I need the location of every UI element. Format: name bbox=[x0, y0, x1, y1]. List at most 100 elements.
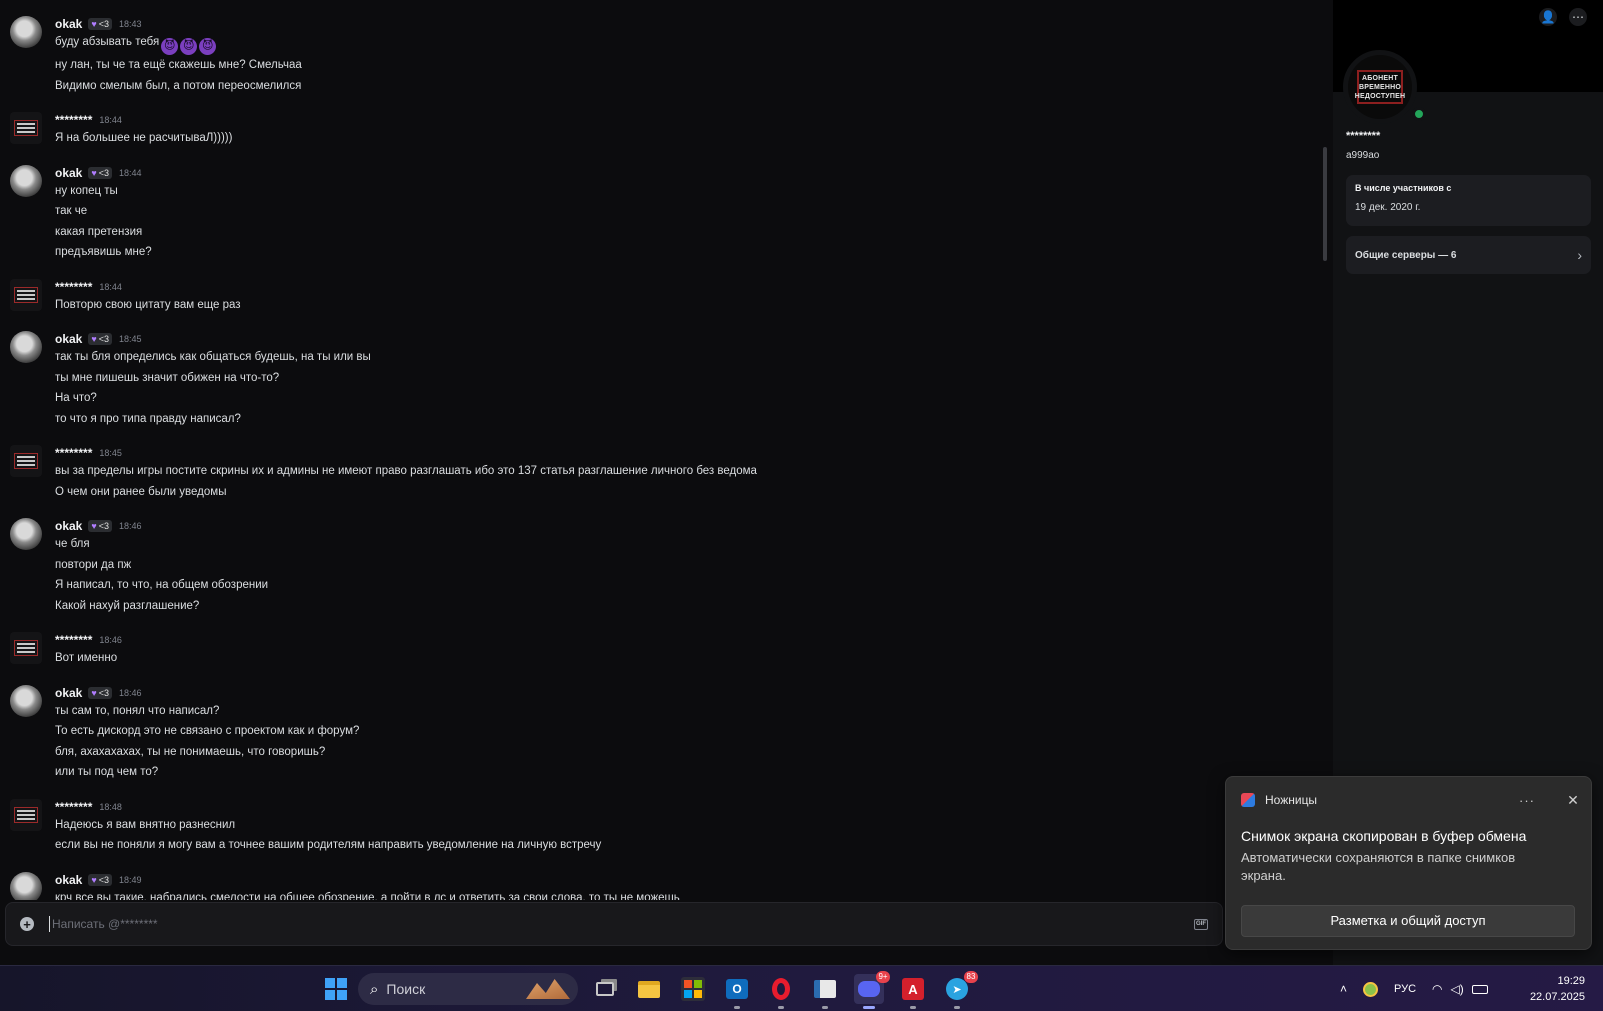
message-group: okak ♥ <3 18:44 ну копец ты так че какая прете… bbox=[0, 149, 1320, 263]
message-group: okak ♥ <3 18:43 буду абзывать тебя 😈 😈 😈 ну лан,… bbox=[0, 0, 1320, 96]
markup-and-share-button[interactable]: Разметка и общий доступ bbox=[1241, 905, 1575, 937]
news-app-button[interactable] bbox=[810, 974, 840, 1009]
active-window-indicator bbox=[863, 1006, 875, 1009]
message-group: okak ♥ <3 18:46 ты сам то, понял что написал… bbox=[0, 669, 1320, 783]
task-view-button[interactable] bbox=[590, 974, 620, 1004]
tag-text: <3 bbox=[98, 687, 109, 698]
author-tag-badge[interactable]: ♥ <3 bbox=[88, 166, 112, 179]
message-header: okak ♥ <3 18:43 bbox=[55, 16, 1320, 32]
taskbar-clock[interactable]: 19:29 22.07.2025 bbox=[1530, 973, 1585, 1005]
author-tag-badge[interactable]: ♥ <3 bbox=[88, 520, 112, 532]
author-avatar[interactable] bbox=[10, 112, 42, 144]
message-text: какая претензия bbox=[55, 225, 143, 238]
author-avatar[interactable] bbox=[10, 518, 42, 550]
author-tag-badge[interactable]: ♥ <3 bbox=[88, 18, 112, 30]
gif-button[interactable]: GIF bbox=[1194, 918, 1208, 930]
message-header: okak ♥ <3 18:45 bbox=[55, 331, 1320, 347]
search-label: Поиск bbox=[386, 981, 426, 997]
message-text: так че bbox=[55, 205, 88, 217]
message-timestamp: 18:49 bbox=[118, 874, 142, 885]
message-text: то что я про типа правду написал? bbox=[55, 412, 241, 425]
author-tag-badge[interactable]: ♥ <3 bbox=[88, 873, 112, 886]
opera-button[interactable] bbox=[766, 974, 796, 1009]
add-attachment-button[interactable]: + bbox=[20, 917, 34, 931]
tag-text: <3 bbox=[98, 19, 109, 29]
heart-icon: ♥ bbox=[91, 334, 97, 344]
author-tag-badge[interactable]: ♥ <3 bbox=[88, 333, 112, 345]
message-text: ну копец ты bbox=[55, 184, 118, 197]
message-text: повтори да пж bbox=[55, 558, 132, 571]
message-input[interactable] bbox=[49, 916, 1194, 932]
author-name[interactable]: okak bbox=[55, 166, 82, 180]
message-timestamp: 18:46 bbox=[118, 687, 142, 698]
author-name[interactable]: ******** bbox=[55, 800, 92, 814]
message-group: okak ♥ <3 18:46 че бля повтори да пж Я написал… bbox=[0, 502, 1320, 616]
avatar-sign-image bbox=[14, 120, 38, 136]
start-button[interactable] bbox=[321, 974, 351, 1004]
microsoft-store-button[interactable] bbox=[678, 974, 708, 1004]
author-avatar[interactable] bbox=[10, 331, 42, 363]
author-name[interactable]: ******** bbox=[55, 446, 92, 460]
chevron-up-icon[interactable]: ˄ bbox=[1340, 982, 1347, 996]
snipping-tool-notification[interactable]: Ножницы ··· ✕ Снимок экрана скопирован в… bbox=[1225, 776, 1592, 950]
outlook-button[interactable]: O bbox=[722, 974, 752, 1009]
message-header: ******** 18:46 bbox=[55, 632, 1320, 648]
telegram-button[interactable]: ➤ 83 bbox=[942, 971, 978, 1009]
author-name[interactable]: okak bbox=[55, 17, 82, 31]
tray-app-icon[interactable] bbox=[1363, 981, 1379, 997]
author-avatar[interactable] bbox=[10, 445, 42, 477]
author-avatar[interactable] bbox=[10, 16, 42, 48]
language-indicator[interactable]: РУС bbox=[1394, 983, 1416, 995]
pdf-app-button[interactable]: A bbox=[898, 974, 928, 1009]
message-header: ******** 18:44 bbox=[55, 112, 1320, 128]
add-friend-icon[interactable]: 👤 bbox=[1539, 8, 1557, 26]
wifi-icon[interactable]: ◠ bbox=[1432, 982, 1442, 996]
message-group: ******** 18:44 Я на большее не расчитываЛ)… bbox=[0, 96, 1320, 149]
author-name[interactable]: okak bbox=[55, 873, 82, 887]
tag-text: <3 bbox=[98, 521, 109, 531]
author-avatar[interactable] bbox=[10, 684, 42, 717]
tag-text: <3 bbox=[98, 167, 109, 178]
volume-icon[interactable]: ◁) bbox=[1451, 982, 1464, 996]
message-text: буду абзывать тебя 😈 😈 😈 bbox=[55, 32, 1320, 55]
notification-more-icon[interactable]: ··· bbox=[1519, 793, 1535, 808]
avatar-sign-image bbox=[14, 453, 38, 469]
author-avatar[interactable] bbox=[10, 871, 42, 900]
author-avatar[interactable] bbox=[10, 278, 42, 311]
devil-emoji-icon: 😈 bbox=[161, 38, 179, 55]
profile-avatar[interactable]: АБОНЕНТ ВРЕМЕННО НЕДОСТУПЕН bbox=[1343, 50, 1426, 124]
author-name[interactable]: ******** bbox=[55, 113, 92, 127]
message-header: ******** 18:45 bbox=[55, 445, 1320, 461]
message-header: okak ♥ <3 18:46 bbox=[55, 518, 1320, 534]
heart-icon: ♥ bbox=[91, 167, 97, 178]
author-avatar[interactable] bbox=[10, 164, 42, 197]
message-text: То есть дискорд это не связано с проекто… bbox=[55, 725, 360, 737]
discord-icon bbox=[858, 981, 880, 997]
notification-close-icon[interactable]: ✕ bbox=[1565, 792, 1581, 809]
message-list[interactable]: okak ♥ <3 18:43 буду абзывать тебя 😈 😈 😈 ну лан,… bbox=[0, 0, 1320, 900]
message-timestamp: 18:45 bbox=[99, 448, 122, 458]
battery-icon[interactable] bbox=[1471, 984, 1488, 994]
mutual-servers-label: Общие серверы — 6 bbox=[1355, 249, 1457, 261]
running-indicator bbox=[954, 1006, 960, 1009]
author-tag-badge[interactable]: ♥ <3 bbox=[88, 686, 112, 699]
author-name[interactable]: ******** bbox=[55, 633, 92, 647]
author-name[interactable]: ******** bbox=[55, 280, 92, 294]
message-composer[interactable]: + GIF bbox=[5, 902, 1223, 946]
message-header: okak ♥ <3 18:44 bbox=[55, 165, 1320, 181]
author-avatar[interactable] bbox=[10, 798, 42, 831]
avatar-sign-image bbox=[14, 286, 38, 303]
author-avatar[interactable] bbox=[10, 632, 42, 664]
mutual-servers-button[interactable]: Общие серверы — 6 › bbox=[1346, 236, 1591, 274]
author-name[interactable]: okak bbox=[55, 686, 82, 700]
taskbar-search[interactable]: ⌕ Поиск bbox=[358, 973, 578, 1005]
author-name[interactable]: okak bbox=[55, 519, 82, 533]
message-text: предъявишь мне? bbox=[55, 246, 152, 258]
message-scrollbar[interactable] bbox=[1323, 147, 1327, 261]
message-group: okak ♥ <3 18:49 крч все вы такие, набрались … bbox=[0, 856, 1320, 900]
discord-button[interactable]: 9+ bbox=[854, 971, 890, 1009]
more-options-icon[interactable]: ⋯ bbox=[1569, 8, 1587, 26]
heart-icon: ♥ bbox=[91, 521, 97, 531]
author-name[interactable]: okak bbox=[55, 332, 82, 346]
file-explorer-button[interactable] bbox=[634, 974, 664, 1004]
